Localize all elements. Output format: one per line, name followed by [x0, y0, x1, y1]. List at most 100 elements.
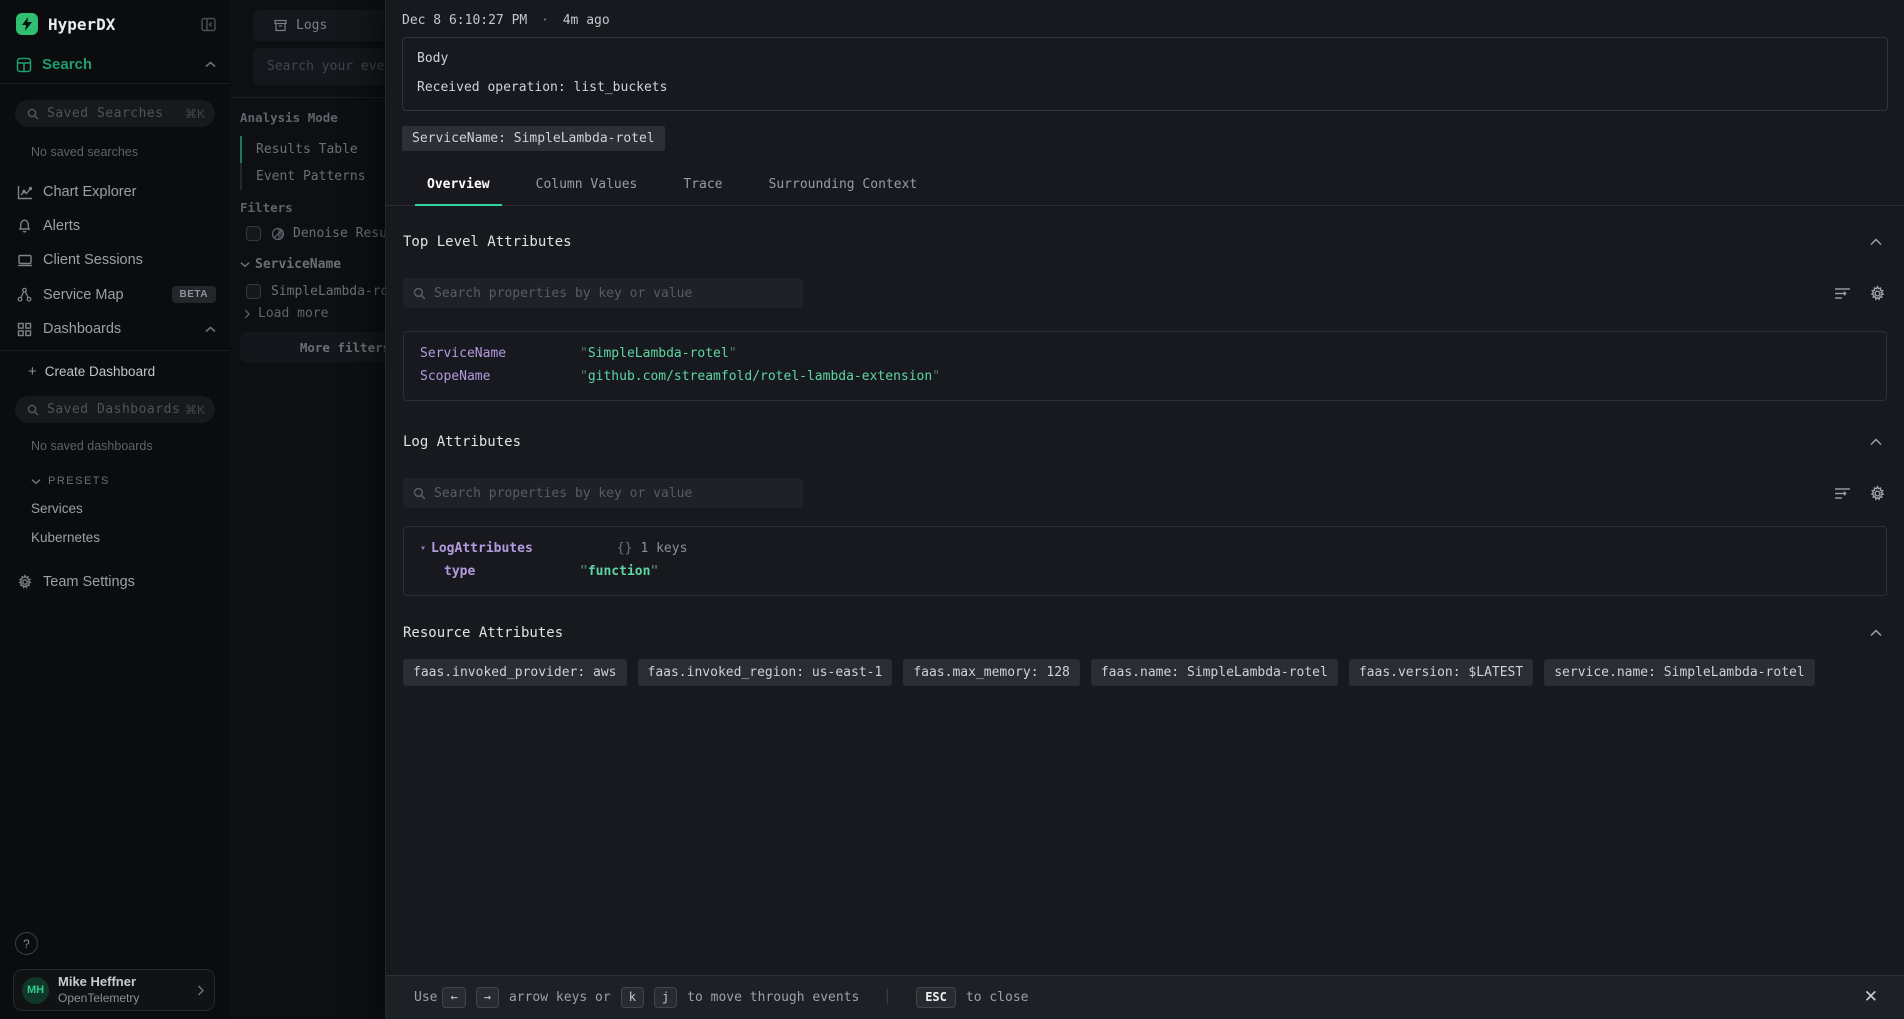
- beta-badge: BETA: [172, 286, 216, 303]
- shortcut-badge: ⌘K: [185, 107, 205, 121]
- kbd-arrow-right: →: [476, 987, 499, 1008]
- resource-tag[interactable]: faas.version: $LATEST: [1349, 659, 1533, 686]
- chevron-right-icon: [244, 309, 250, 319]
- sidebar-item-label: Service Map: [43, 287, 172, 303]
- sidebar: HyperDX Search Saved Searches ⌘K No save…: [0, 0, 230, 1019]
- saved-dashboards-placeholder: Saved Dashboards: [47, 402, 185, 417]
- brand-row: HyperDX: [0, 0, 230, 45]
- keys-count-badge: {}1 keys: [617, 537, 688, 560]
- log-attributes-panel: ▾ LogAttributes {}1 keys type function: [403, 526, 1887, 596]
- service-name-tag[interactable]: ServiceName: SimpleLambda-rotel: [402, 126, 665, 151]
- sidebar-item-label: Search: [42, 56, 205, 73]
- line-wrap-icon[interactable]: [1834, 486, 1851, 500]
- line-wrap-icon[interactable]: [1834, 286, 1851, 300]
- sidebar-item-service-map[interactable]: Service Map BETA: [0, 277, 230, 312]
- hyperdx-logo-icon: [16, 13, 38, 35]
- no-saved-searches-text: No saved searches: [31, 145, 230, 159]
- mode-results-table[interactable]: Results Table: [240, 136, 366, 163]
- attribute-value[interactable]: SimpleLambda-rotel: [580, 342, 737, 365]
- sidebar-item-label: Alerts: [43, 218, 216, 234]
- sidebar-item-client-sessions[interactable]: Client Sessions: [0, 243, 230, 277]
- create-dashboard-button[interactable]: + Create Dashboard: [28, 363, 230, 380]
- sidebar-item-chart-explorer[interactable]: Chart Explorer: [0, 175, 230, 209]
- servicename-filter-group[interactable]: ServiceName: [240, 257, 341, 272]
- attribute-key[interactable]: ServiceName: [420, 342, 580, 365]
- kbd-arrow-left: ←: [442, 987, 465, 1008]
- load-more-button[interactable]: Load more: [244, 306, 328, 321]
- user-meta: Mike Heffner OpenTelemetry: [58, 974, 197, 1005]
- search-icon: [27, 404, 39, 416]
- separator: ·: [541, 13, 549, 28]
- preset-item-kubernetes[interactable]: Kubernetes: [31, 530, 230, 545]
- sidebar-item-dashboards[interactable]: Dashboards: [0, 312, 230, 346]
- saved-searches-input[interactable]: Saved Searches ⌘K: [15, 100, 215, 127]
- tab-overview[interactable]: Overview: [427, 166, 490, 205]
- mode-event-patterns[interactable]: Event Patterns: [240, 163, 366, 190]
- create-dashboard-label: Create Dashboard: [45, 364, 155, 379]
- avatar: MH: [22, 977, 49, 1004]
- tab-trace[interactable]: Trace: [683, 166, 722, 205]
- help-button[interactable]: ?: [15, 932, 38, 955]
- search-icon: [27, 108, 39, 120]
- body-label: Body: [417, 51, 1873, 66]
- user-card[interactable]: MH Mike Heffner OpenTelemetry: [13, 969, 215, 1011]
- monitor-icon: [16, 253, 33, 267]
- tab-column-values[interactable]: Column Values: [536, 166, 638, 205]
- attribute-key[interactable]: type: [444, 560, 580, 583]
- divider: [0, 350, 230, 351]
- resource-tag[interactable]: faas.invoked_region: us-east-1: [638, 659, 893, 686]
- properties-search-input[interactable]: Search properties by key or value: [403, 478, 803, 508]
- saved-dashboards-input[interactable]: Saved Dashboards ⌘K: [15, 396, 215, 423]
- resource-tag[interactable]: faas.max_memory: 128: [903, 659, 1080, 686]
- saved-searches-placeholder: Saved Searches: [47, 106, 185, 121]
- chart-icon: [16, 185, 33, 200]
- shortcut-badge: ⌘K: [185, 403, 205, 417]
- load-more-label: Load more: [258, 306, 328, 321]
- checkbox[interactable]: [246, 226, 261, 241]
- section-title: Top Level Attributes: [403, 234, 1870, 250]
- divider: [230, 97, 390, 98]
- log-attributes-root-row: ▾ LogAttributes {}1 keys: [420, 537, 1870, 560]
- settings-gear-icon[interactable]: [1869, 285, 1886, 302]
- footer-arrows-text: arrow keys or: [509, 990, 611, 1005]
- sidebar-item-alerts[interactable]: Alerts: [0, 209, 230, 243]
- attribute-key[interactable]: LogAttributes: [431, 537, 533, 560]
- sidebar-item-label: Chart Explorer: [43, 184, 216, 200]
- attribute-value[interactable]: github.com/streamfold/rotel-lambda-exten…: [580, 365, 940, 388]
- drawer-tabs: Overview Column Values Trace Surrounding…: [386, 166, 1904, 206]
- attribute-row: type function: [444, 560, 1870, 583]
- analysis-mode-group: Results Table Event Patterns: [240, 136, 366, 190]
- footer-close-text: to close: [966, 990, 1029, 1005]
- user-name: Mike Heffner: [58, 974, 197, 990]
- kbd-esc: ESC: [916, 987, 956, 1008]
- sidebar-item-label: Client Sessions: [43, 252, 216, 268]
- analysis-mode-label: Analysis Mode: [240, 110, 338, 125]
- chevron-down-icon: [240, 261, 250, 268]
- sidebar-item-search[interactable]: Search: [0, 45, 230, 84]
- resource-tag[interactable]: service.name: SimpleLambda-rotel: [1544, 659, 1814, 686]
- settings-gear-icon[interactable]: [1869, 485, 1886, 502]
- close-icon[interactable]: ✕: [1864, 987, 1878, 1007]
- attribute-value[interactable]: function: [580, 560, 658, 583]
- collapse-section-icon[interactable]: [1870, 438, 1882, 446]
- event-time-ago: 4m ago: [563, 13, 610, 28]
- tab-surrounding-context[interactable]: Surrounding Context: [769, 166, 918, 205]
- sidebar-item-team-settings[interactable]: Team Settings: [0, 565, 230, 599]
- plus-icon: +: [28, 363, 37, 380]
- presets-toggle[interactable]: PRESETS: [31, 475, 230, 487]
- chevron-up-icon[interactable]: [205, 326, 216, 333]
- resource-tag[interactable]: faas.invoked_provider: aws: [403, 659, 627, 686]
- network-icon: [16, 287, 33, 303]
- collapse-sidebar-icon[interactable]: [201, 17, 216, 32]
- collapse-section-icon[interactable]: [1870, 238, 1882, 246]
- collapse-section-icon[interactable]: [1870, 629, 1882, 637]
- chevron-up-icon[interactable]: [205, 61, 216, 68]
- properties-search-input[interactable]: Search properties by key or value: [403, 278, 803, 308]
- event-timestamp: Dec 8 6:10:27 PM: [402, 13, 527, 28]
- resource-tag[interactable]: faas.name: SimpleLambda-rotel: [1091, 659, 1338, 686]
- attribute-key[interactable]: ScopeName: [420, 365, 580, 388]
- checkbox[interactable]: [246, 284, 261, 299]
- preset-item-services[interactable]: Services: [31, 501, 230, 516]
- section-title: Log Attributes: [403, 434, 1870, 450]
- disclosure-triangle-icon[interactable]: ▾: [420, 537, 426, 560]
